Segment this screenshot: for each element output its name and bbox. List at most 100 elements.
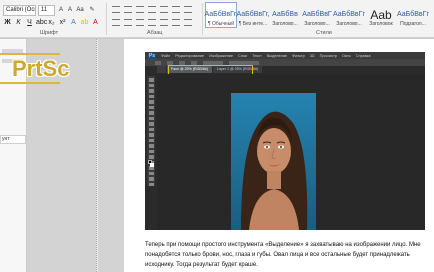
ps-menu-item: Изображение — [209, 53, 234, 58]
ps-menubar: Ps Файл Редактирование Изображение Слои … — [145, 52, 425, 59]
style-sample: АаБбВвГ — [302, 11, 332, 18]
line-spacing-icon[interactable] — [160, 19, 168, 26]
style-label: Заголово... — [304, 21, 330, 27]
style-item[interactable]: АаБбВвГг, ¶ Обычный — [204, 2, 238, 28]
font-color-button[interactable]: A — [91, 19, 100, 26]
change-case-button[interactable]: Aa — [76, 6, 84, 15]
align-center-icon[interactable] — [124, 19, 132, 26]
ps-menu-item: Выделение — [266, 53, 287, 58]
dodge-tool-icon — [148, 149, 154, 153]
ps-option-icon — [179, 60, 185, 65]
ps-option-icon — [155, 60, 161, 65]
font-name-select[interactable]: Calibri (Осн — [3, 5, 36, 16]
overlay-rule — [0, 53, 60, 55]
background-color-swatch — [150, 163, 154, 167]
text-effects-button[interactable]: A — [69, 19, 78, 26]
move-tool-icon — [148, 78, 154, 82]
sort-icon[interactable] — [172, 6, 180, 13]
ps-menu-item: Слои — [238, 53, 248, 58]
ps-logo: Ps — [148, 52, 156, 59]
history-brush-icon — [148, 127, 154, 131]
multilevel-list-icon[interactable] — [136, 6, 144, 13]
italic-button[interactable]: К — [14, 19, 23, 26]
eraser-tool-icon — [148, 133, 154, 137]
style-label: Заголово... — [272, 21, 298, 27]
style-sample: АаБбВвГг, — [236, 11, 270, 18]
style-sample: Aab — [370, 8, 392, 22]
marquee-tool-icon — [148, 83, 154, 87]
strikethrough-button[interactable]: abc — [36, 19, 47, 26]
shrink-font-button[interactable]: A — [66, 6, 74, 15]
stamp-tool-icon — [148, 122, 154, 126]
ps-toolbar — [147, 76, 155, 186]
ps-menu-item: Просмотр — [319, 53, 337, 58]
style-item[interactable]: АаБбВв Заголово... — [269, 2, 301, 28]
styles-gallery: АаБбВвГг, ¶ Обычный АаБбВвГг, ¶ Без инте… — [204, 2, 434, 28]
pen-tool-icon — [148, 155, 154, 159]
ps-menu-item: 3D — [309, 53, 315, 58]
ps-menu-item: Справка — [355, 53, 371, 58]
blur-tool-icon — [148, 144, 154, 148]
underline-button[interactable]: Ч — [25, 19, 34, 26]
font-size-select[interactable]: 11 — [38, 5, 55, 16]
style-item[interactable]: Aab Заголовок — [365, 2, 397, 28]
shading-icon[interactable] — [172, 19, 180, 26]
ps-menu-item: Текст — [252, 53, 262, 58]
document-paragraph: Теперь при помощи простого инструмента «… — [145, 242, 421, 268]
highlight-button[interactable]: ab — [80, 19, 89, 26]
bullets-icon[interactable] — [112, 6, 120, 13]
font-format-row: Ж К Ч abc x₂ x² A ab A — [3, 19, 100, 26]
group-divider — [106, 3, 107, 35]
page-margin-line — [96, 39, 98, 272]
subscript-button[interactable]: x₂ — [47, 19, 56, 26]
justify-icon[interactable] — [148, 19, 156, 26]
borders-icon[interactable] — [184, 19, 192, 26]
decrease-indent-icon[interactable] — [148, 6, 156, 13]
ps-menu-item: Окно — [341, 53, 351, 58]
numbering-icon[interactable] — [124, 6, 132, 13]
style-label: ¶ Обычный — [207, 21, 235, 27]
healing-tool-icon — [148, 111, 154, 115]
ps-option-icon — [203, 60, 223, 65]
style-sample: АаБбВвГг — [333, 11, 365, 18]
ps-option-icon — [167, 60, 173, 65]
gradient-tool-icon — [148, 138, 154, 142]
brush-tool-icon — [148, 116, 154, 120]
paragraph-row-bottom — [112, 19, 192, 26]
clear-format-icon[interactable]: ✎ — [88, 6, 96, 15]
eyedropper-tool-icon — [148, 105, 154, 109]
style-sample: АаБбВв — [272, 11, 298, 18]
overlay-rule — [0, 82, 60, 84]
zoom-tool-icon — [148, 182, 154, 186]
ps-option-icon — [191, 60, 197, 65]
style-item[interactable]: АаБбВвГг, ¶ Без инте... — [236, 2, 270, 28]
crop-tool-icon — [148, 100, 154, 104]
nav-selected-item[interactable]: унт — [0, 135, 26, 144]
ps-tab-spacer — [157, 66, 166, 73]
shape-tool-icon — [148, 171, 154, 175]
style-label: Заголовок — [369, 21, 393, 27]
show-marks-icon[interactable] — [184, 6, 192, 13]
word-ribbon: Calibri (Осн 11 A A Aa ✎ Ж К Ч abc x₂ x²… — [0, 0, 434, 38]
bold-button[interactable]: Ж — [3, 19, 12, 26]
align-left-icon[interactable] — [112, 19, 120, 26]
grow-font-button[interactable]: A — [57, 6, 65, 15]
align-right-icon[interactable] — [136, 19, 144, 26]
superscript-button[interactable]: x² — [58, 19, 67, 26]
style-label: Подзагол... — [400, 21, 426, 27]
group-divider — [202, 3, 203, 35]
style-item[interactable]: АаБбВвГг Заголово... — [333, 2, 365, 28]
style-item[interactable]: АаБбВвГг Подзагол... — [397, 2, 429, 28]
style-label: Заголово... — [336, 21, 362, 27]
style-sample: АаБбВвГг — [397, 11, 429, 18]
quick-select-tool-icon — [148, 94, 154, 98]
ps-menu-item: Редактирование — [175, 53, 205, 58]
increase-indent-icon[interactable] — [160, 6, 168, 13]
ps-menu-item: Фильтр — [291, 53, 305, 58]
ps-color-swatches — [148, 160, 154, 167]
style-sample: АаБбВвГг, — [204, 11, 238, 18]
style-label: ¶ Без инте... — [238, 21, 268, 27]
ps-menu-item: Файл — [160, 53, 171, 58]
style-item[interactable]: АаБбВвГ Заголово... — [301, 2, 333, 28]
prtsc-overlay-label: PrtSc — [12, 56, 70, 81]
